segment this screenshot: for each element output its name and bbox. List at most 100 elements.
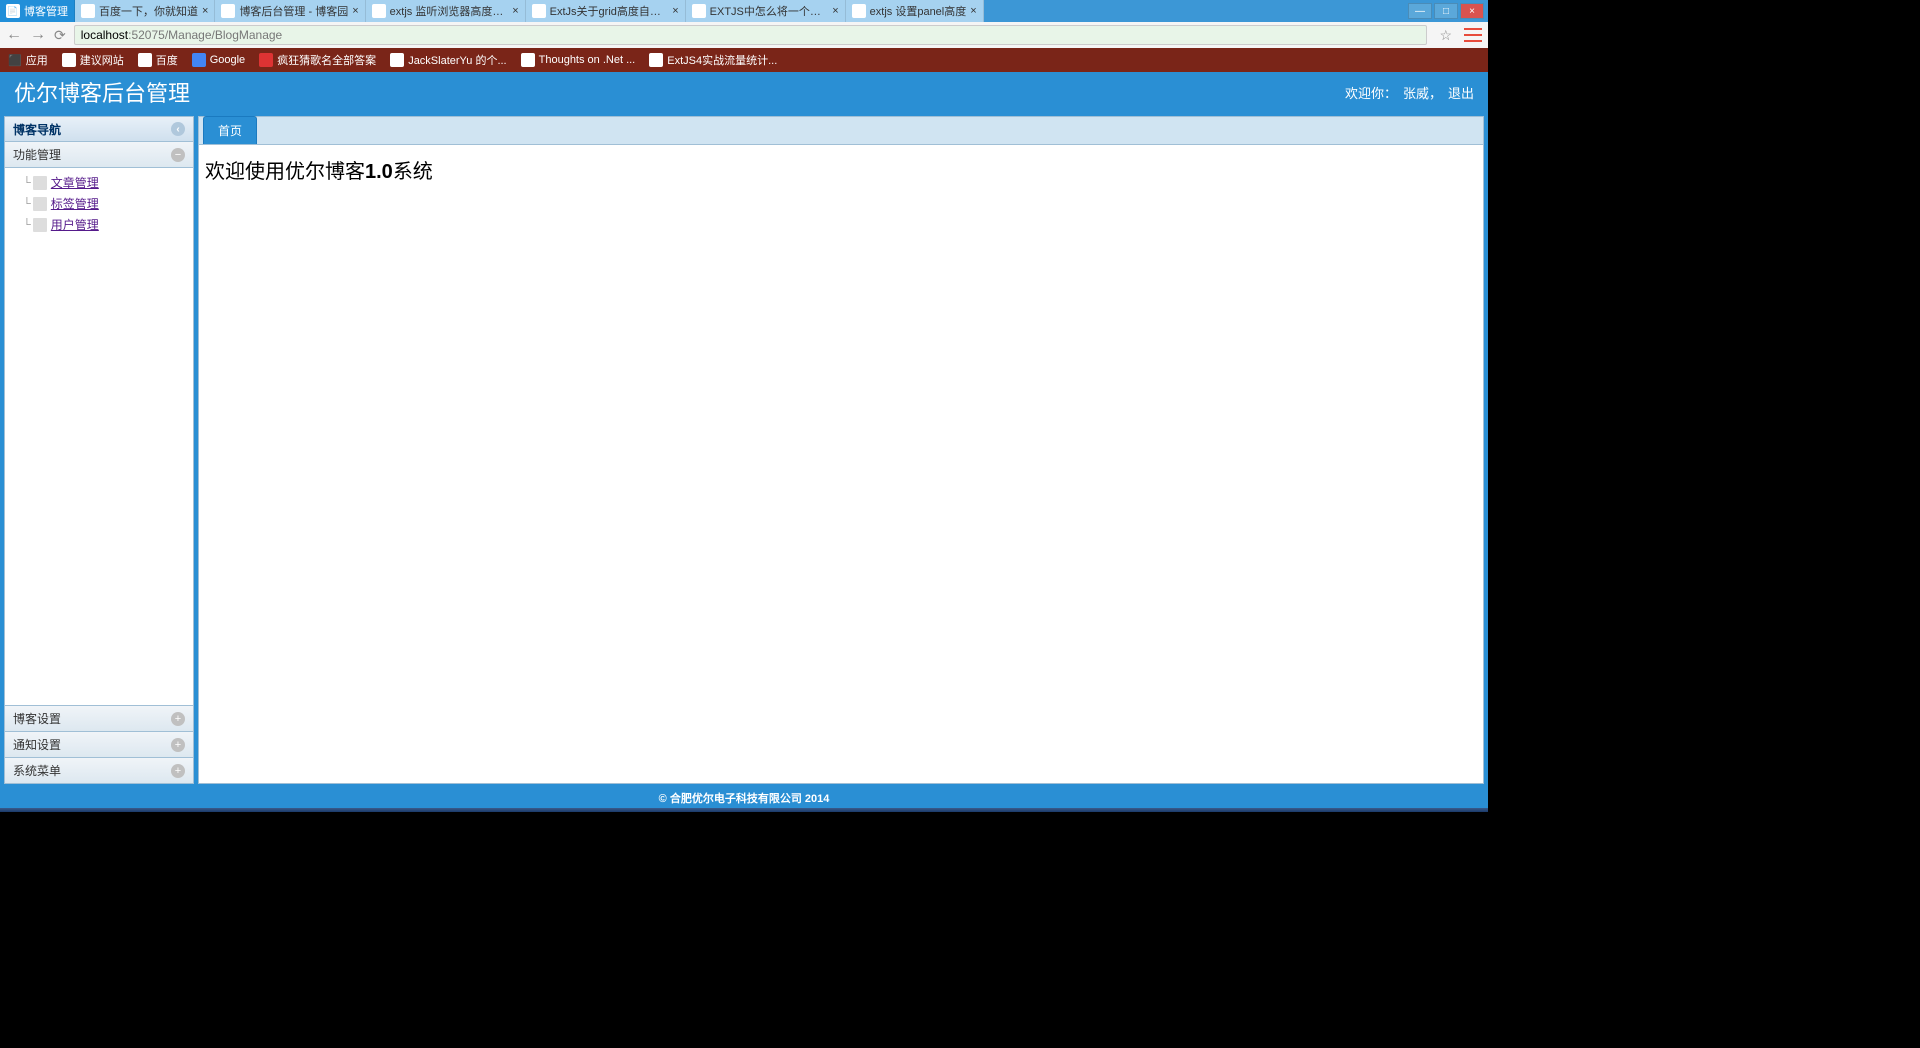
- sidebar: 博客导航 ‹ 功能管理 − └ 文章管理 └ 标签管理 └: [4, 116, 194, 784]
- page-icon: [532, 4, 546, 18]
- browser-tab[interactable]: ExtJs关于grid高度自适应 ×: [526, 0, 686, 22]
- file-icon: [33, 176, 47, 190]
- back-button[interactable]: ←: [6, 26, 22, 44]
- tab-label: 首页: [218, 124, 242, 138]
- browser-navbar: ← → ⟳ localhost:52075/Manage/BlogManage …: [0, 22, 1488, 48]
- file-icon: [33, 197, 47, 211]
- bookmark-icon: [62, 53, 76, 67]
- bookmark-icon: [192, 53, 206, 67]
- collapse-icon[interactable]: −: [171, 148, 185, 162]
- browser-tab[interactable]: EXTJS中怎么将一个Panel ×: [686, 0, 846, 22]
- bookmark-item[interactable]: 疯狂猜歌名全部答案: [259, 52, 376, 68]
- tab-title: EXTJS中怎么将一个Panel: [710, 3, 829, 19]
- bookmark-label: 建议网站: [80, 52, 124, 68]
- tab-title: extjs 监听浏览器高度变化: [390, 3, 509, 19]
- page-icon: [221, 4, 235, 18]
- tree-node-tags[interactable]: └ 标签管理: [9, 193, 189, 214]
- bookmark-item[interactable]: Thoughts on .Net ...: [521, 53, 636, 67]
- welcome-text-prefix: 欢迎使用优尔博客: [205, 161, 365, 183]
- bookmark-star-icon[interactable]: ☆: [1439, 27, 1452, 44]
- bookmark-item[interactable]: 建议网站: [62, 52, 124, 68]
- url-path: /Manage/BlogManage: [165, 28, 282, 42]
- accordion-section-blog-settings[interactable]: 博客设置 +: [4, 706, 194, 732]
- page-icon: [372, 4, 386, 18]
- address-bar[interactable]: localhost:52075/Manage/BlogManage: [74, 25, 1428, 45]
- main-tabbar: 首页: [199, 117, 1483, 145]
- minimize-button[interactable]: —: [1408, 3, 1432, 19]
- tree-link[interactable]: 文章管理: [51, 174, 99, 191]
- menu-icon[interactable]: [1464, 28, 1482, 42]
- url-port: :52075: [128, 28, 165, 42]
- close-icon[interactable]: ×: [202, 5, 208, 17]
- close-button[interactable]: ×: [1460, 3, 1484, 19]
- accordion-section-system-menu[interactable]: 系统菜单 +: [4, 758, 194, 784]
- page-icon: [81, 4, 95, 18]
- apps-button[interactable]: ⬛ 应用: [8, 52, 48, 68]
- app-title: 优尔博客后台管理: [14, 76, 190, 108]
- collapse-left-icon[interactable]: ‹: [171, 122, 185, 136]
- bookmark-item[interactable]: Google: [192, 53, 245, 67]
- tree-node-articles[interactable]: └ 文章管理: [9, 172, 189, 193]
- tree-node-users[interactable]: └ 用户管理: [9, 214, 189, 235]
- bookmark-label: ExtJS4实战流量统计...: [667, 52, 777, 68]
- browser-tab[interactable]: extjs 设置panel高度 ×: [846, 0, 984, 22]
- bookmark-icon: [649, 53, 663, 67]
- accordion-section-notify-settings[interactable]: 通知设置 +: [4, 732, 194, 758]
- expand-icon[interactable]: +: [171, 738, 185, 752]
- page-icon: 📄: [6, 4, 20, 18]
- accordion-label: 通知设置: [13, 736, 61, 753]
- bookmark-label: Google: [210, 54, 245, 66]
- taskbar: [0, 808, 1488, 812]
- main-panel: 首页 欢迎使用优尔博客1.0系统: [198, 116, 1484, 784]
- close-icon[interactable]: ×: [512, 5, 518, 17]
- close-icon[interactable]: ×: [672, 5, 678, 17]
- apps-label: 应用: [26, 52, 48, 68]
- tab-title: 博客管理: [24, 3, 68, 19]
- copyright: © 合肥优尔电子科技有限公司 2014: [659, 790, 830, 806]
- reload-button[interactable]: ⟳: [54, 27, 66, 44]
- maximize-button[interactable]: □: [1434, 3, 1458, 19]
- bookmark-label: Thoughts on .Net ...: [539, 54, 636, 66]
- accordion-label: 博客设置: [13, 710, 61, 727]
- bookmark-item[interactable]: 百度: [138, 52, 178, 68]
- expand-icon[interactable]: +: [171, 764, 185, 778]
- tab-title: 百度一下，你就知道: [99, 3, 198, 19]
- browser-tabbar: 📄 博客管理 百度一下，你就知道 × 博客后台管理 - 博客园 × extjs …: [0, 0, 1488, 22]
- accordion-label: 系统菜单: [13, 762, 61, 779]
- bookmark-item[interactable]: ExtJS4实战流量统计...: [649, 52, 777, 68]
- tab-title: ExtJs关于grid高度自适应: [550, 3, 669, 19]
- tab-title: extjs 设置panel高度: [870, 3, 967, 19]
- forward-button[interactable]: →: [30, 26, 46, 44]
- close-icon[interactable]: ×: [352, 5, 358, 17]
- app-footer: © 合肥优尔电子科技有限公司 2014: [0, 788, 1488, 808]
- tab-home[interactable]: 首页: [203, 116, 257, 144]
- page-icon: [852, 4, 866, 18]
- tree-link[interactable]: 用户管理: [51, 216, 99, 233]
- tab-title: 博客后台管理 - 博客园: [239, 3, 348, 19]
- app-header: 优尔博客后台管理 欢迎你： 张威， 退出: [0, 72, 1488, 112]
- browser-tab[interactable]: 百度一下，你就知道 ×: [75, 0, 215, 22]
- tree-link[interactable]: 标签管理: [51, 195, 99, 212]
- username-link[interactable]: 张威，: [1403, 83, 1442, 102]
- tree-panel: └ 文章管理 └ 标签管理 └ 用户管理: [4, 168, 194, 706]
- expand-icon[interactable]: +: [171, 712, 185, 726]
- bookmark-icon: [138, 53, 152, 67]
- close-icon[interactable]: ×: [970, 5, 976, 17]
- welcome-text-suffix: 系统: [393, 161, 433, 183]
- tree-elbow-icon: └: [23, 198, 31, 210]
- logout-link[interactable]: 退出: [1448, 83, 1474, 102]
- browser-tab[interactable]: 📄 博客管理: [0, 0, 75, 22]
- tree-elbow-icon: └: [23, 219, 31, 231]
- url-host: localhost: [81, 28, 128, 42]
- accordion-section-functions[interactable]: 功能管理 −: [4, 142, 194, 168]
- browser-tab[interactable]: 博客后台管理 - 博客园 ×: [215, 0, 365, 22]
- browser-tab[interactable]: extjs 监听浏览器高度变化 ×: [366, 0, 526, 22]
- bookmark-label: JackSlaterYu 的个...: [408, 52, 506, 68]
- bookmark-icon: [390, 53, 404, 67]
- accordion-label: 功能管理: [13, 146, 61, 163]
- bookmark-item[interactable]: JackSlaterYu 的个...: [390, 52, 506, 68]
- welcome-prefix: 欢迎你：: [1345, 83, 1397, 102]
- close-icon[interactable]: ×: [832, 5, 838, 17]
- sidebar-title: 博客导航 ‹: [4, 116, 194, 142]
- bookmark-icon: [259, 53, 273, 67]
